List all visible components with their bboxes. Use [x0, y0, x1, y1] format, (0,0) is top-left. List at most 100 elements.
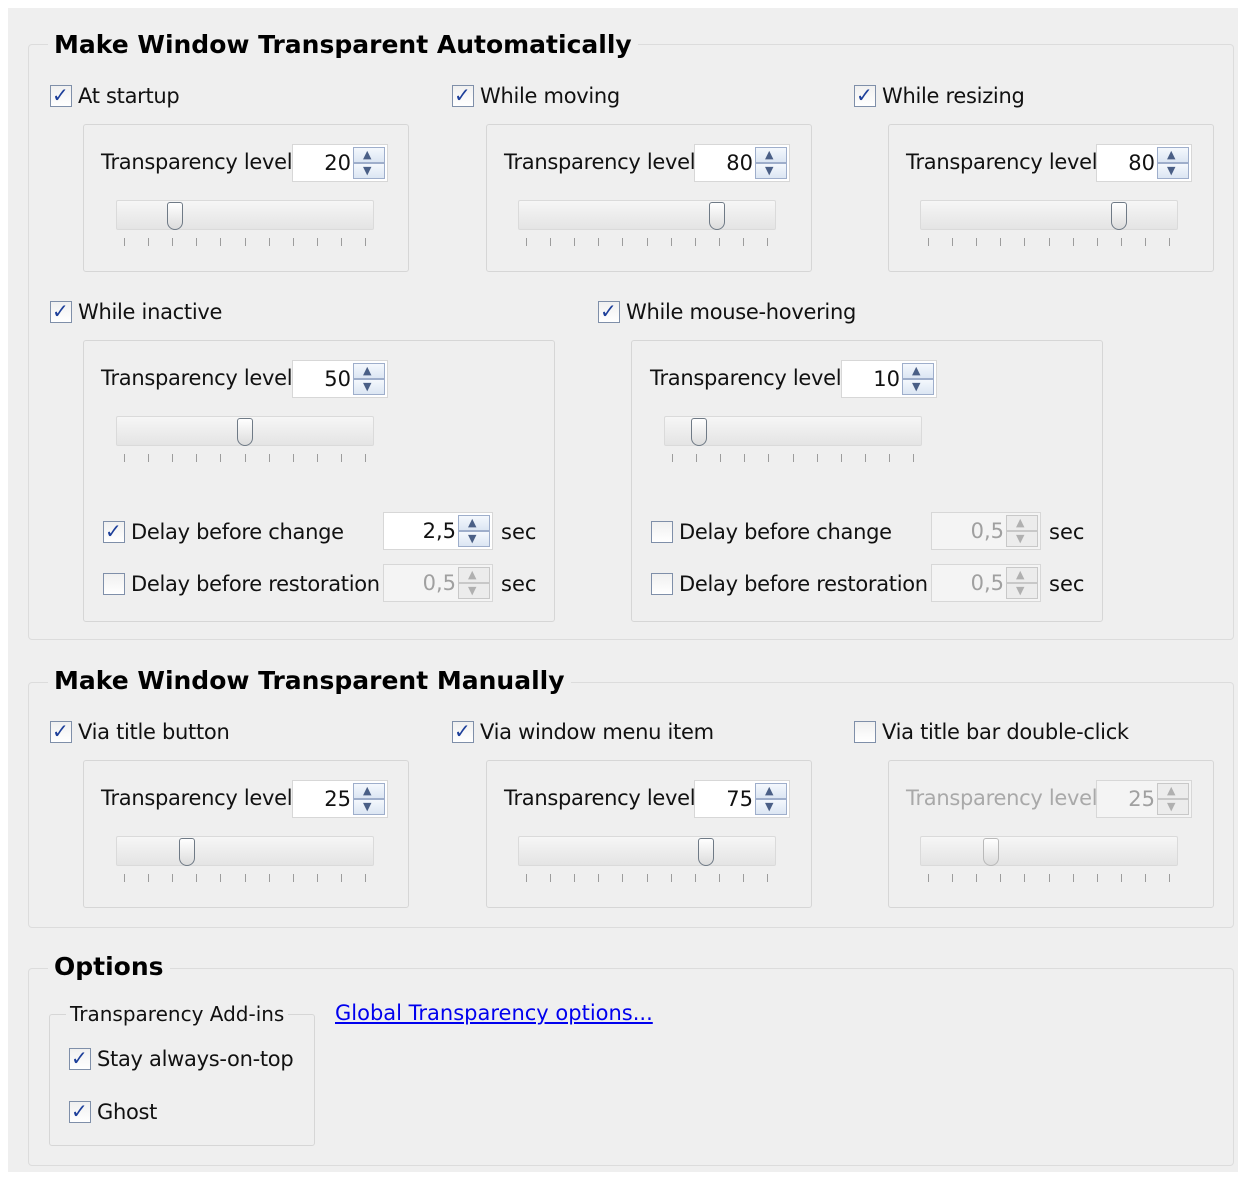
via-double-click-checkbox[interactable]: ✓ Via title bar double-click — [854, 719, 1129, 745]
checkbox-box: ✓ — [50, 719, 72, 743]
while-moving-slider[interactable] — [518, 200, 776, 256]
checkmark-icon: ✓ — [52, 83, 69, 107]
spin-up-icon[interactable]: ▲ — [902, 363, 934, 379]
hovering-delay-change-checkbox[interactable]: ✓ Delay before change — [651, 519, 892, 545]
manual-group-title: Make Window Transparent Manually — [48, 666, 571, 696]
while-resizing-level-spinner[interactable]: 80 ▲ ▼ — [1096, 144, 1192, 182]
while-hovering-label: While mouse-hovering — [626, 300, 857, 324]
spin-up-icon[interactable]: ▲ — [353, 783, 385, 799]
slider-thumb[interactable] — [709, 202, 726, 230]
spin-up-icon[interactable]: ▲ — [458, 567, 490, 583]
spin-down-icon[interactable]: ▼ — [1157, 163, 1189, 179]
at-startup-slider[interactable] — [116, 200, 374, 256]
spin-up-icon[interactable]: ▲ — [353, 147, 385, 163]
spin-up-icon[interactable]: ▲ — [755, 783, 787, 799]
slider-track — [116, 200, 374, 230]
slider-tick — [1120, 238, 1122, 246]
at-startup-checkbox[interactable]: ✓ At startup — [50, 83, 180, 109]
slider-ticks — [672, 454, 914, 464]
slider-ticks — [526, 238, 768, 248]
while-inactive-level-spinner[interactable]: 50 ▲ ▼ — [292, 360, 388, 398]
slider-tick — [742, 874, 744, 882]
inactive-delay-restore-spinner[interactable]: 0,5 ▲ ▼ — [383, 564, 493, 602]
spin-up-icon[interactable]: ▲ — [1006, 567, 1038, 583]
hovering-delay-restore-checkbox[interactable]: ✓ Delay before restoration — [651, 571, 928, 597]
while-resizing-checkbox[interactable]: ✓ While resizing — [854, 83, 1025, 109]
while-moving-checkbox[interactable]: ✓ While moving — [452, 83, 620, 109]
spin-down-icon[interactable]: ▼ — [458, 531, 490, 547]
via-title-button-checkbox[interactable]: ✓ Via title button — [50, 719, 230, 745]
ghost-checkbox[interactable]: ✓ Ghost — [69, 1099, 157, 1125]
at-startup-level-label: Transparency level — [101, 150, 293, 174]
slider-tick — [124, 874, 125, 882]
spin-up-icon[interactable]: ▲ — [1006, 515, 1038, 531]
spin-down-icon[interactable]: ▼ — [1006, 531, 1038, 547]
slider-thumb[interactable] — [1111, 202, 1128, 230]
stay-on-top-checkbox[interactable]: ✓ Stay always-on-top — [69, 1046, 294, 1072]
spin-up-icon[interactable]: ▲ — [458, 515, 490, 531]
checkmark-icon: ✓ — [52, 719, 69, 743]
slider-tick — [365, 874, 366, 882]
slider-tick — [1144, 874, 1146, 882]
via-window-menu-level-spinner[interactable]: 75 ▲ ▼ — [694, 780, 790, 818]
while-hovering-checkbox[interactable]: ✓ While mouse-hovering — [598, 299, 856, 325]
spin-down-icon[interactable]: ▼ — [1157, 799, 1189, 815]
via-title-button-slider[interactable] — [116, 836, 374, 892]
spin-down-icon[interactable]: ▼ — [902, 379, 934, 395]
global-transparency-options-link[interactable]: Global Transparency options... — [335, 1001, 653, 1025]
spin-down-icon[interactable]: ▼ — [458, 583, 490, 599]
checkbox-box: ✓ — [103, 519, 125, 543]
spin-down-icon[interactable]: ▼ — [1006, 583, 1038, 599]
slider-tick — [888, 454, 890, 462]
while-hovering-level-spinner[interactable]: 10 ▲ ▼ — [841, 360, 937, 398]
at-startup-level-spinner[interactable]: 20 ▲ ▼ — [292, 144, 388, 182]
slider-tick — [148, 874, 150, 882]
slider-thumb[interactable] — [178, 838, 195, 866]
via-title-button-level-spinner[interactable]: 25 ▲ ▼ — [292, 780, 388, 818]
slider-tick — [244, 238, 246, 246]
via-title-button-level-label: Transparency level — [101, 786, 293, 810]
spin-down-icon[interactable]: ▼ — [353, 799, 385, 815]
slider-thumb[interactable] — [166, 202, 183, 230]
slider-tick — [365, 454, 366, 462]
while-inactive-slider[interactable] — [116, 416, 374, 472]
spinner-value: 0,5 — [970, 571, 1004, 595]
slider-thumb[interactable] — [697, 838, 714, 866]
inactive-delay-change-spinner[interactable]: 2,5 ▲ ▼ — [383, 512, 493, 550]
slider-thumb[interactable] — [691, 418, 708, 446]
spin-down-icon[interactable]: ▼ — [353, 163, 385, 179]
slider-tick — [340, 874, 342, 882]
slider-ticks — [928, 874, 1170, 884]
spin-down-icon[interactable]: ▼ — [755, 799, 787, 815]
inactive-delay-restore-checkbox[interactable]: ✓ Delay before restoration — [103, 571, 380, 597]
checkbox-box: ✓ — [452, 719, 474, 743]
slider-tick — [124, 454, 125, 462]
slider-track — [920, 200, 1178, 230]
via-window-menu-checkbox[interactable]: ✓ Via window menu item — [452, 719, 714, 745]
via-double-click-level-spinner[interactable]: 25 ▲ ▼ — [1096, 780, 1192, 818]
hovering-delay-restore-spinner[interactable]: 0,5 ▲ ▼ — [931, 564, 1041, 602]
hovering-delay-change-spinner[interactable]: 0,5 ▲ ▼ — [931, 512, 1041, 550]
inactive-delay-change-checkbox[interactable]: ✓ Delay before change — [103, 519, 344, 545]
while-resizing-slider[interactable] — [920, 200, 1178, 256]
spin-up-icon[interactable]: ▲ — [1157, 147, 1189, 163]
spin-down-icon[interactable]: ▼ — [353, 379, 385, 395]
while-moving-level-spinner[interactable]: 80 ▲ ▼ — [694, 144, 790, 182]
while-inactive-checkbox[interactable]: ✓ While inactive — [50, 299, 222, 325]
spin-down-icon[interactable]: ▼ — [755, 163, 787, 179]
slider-tick — [316, 238, 318, 246]
slider-thumb[interactable] — [982, 838, 999, 866]
via-window-menu-slider[interactable] — [518, 836, 776, 892]
spin-up-icon[interactable]: ▲ — [1157, 783, 1189, 799]
via-double-click-slider[interactable] — [920, 836, 1178, 892]
checkbox-box: ✓ — [651, 573, 673, 595]
slider-tick — [670, 874, 672, 882]
while-hovering-slider[interactable] — [664, 416, 922, 472]
spin-up-icon[interactable]: ▲ — [755, 147, 787, 163]
slider-tick — [574, 874, 576, 882]
slider-tick — [1048, 874, 1050, 882]
stay-on-top-label: Stay always-on-top — [97, 1047, 294, 1071]
slider-thumb[interactable] — [237, 418, 253, 446]
slider-tick — [672, 454, 673, 462]
spin-up-icon[interactable]: ▲ — [353, 363, 385, 379]
